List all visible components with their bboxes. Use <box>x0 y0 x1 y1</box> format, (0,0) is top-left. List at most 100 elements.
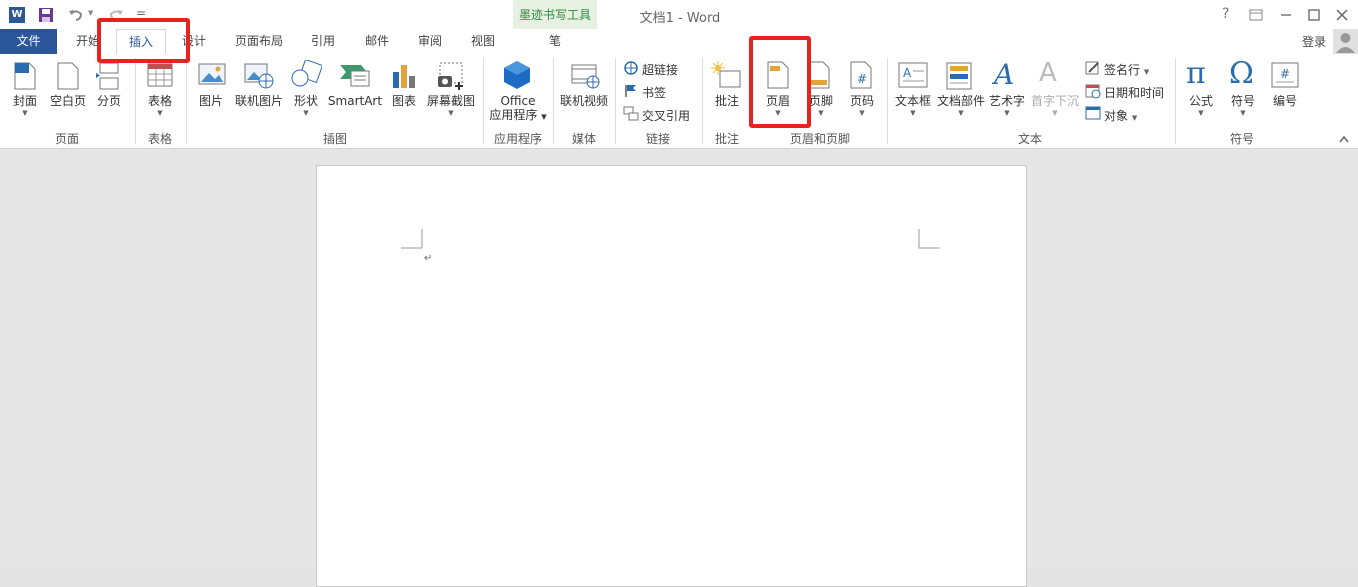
page-number-icon: # <box>850 61 872 89</box>
paragraph-mark-icon: ↵ <box>424 253 433 264</box>
window-title: 文档1 - Word <box>639 11 721 26</box>
cover-page-icon <box>14 62 36 90</box>
wordart-button[interactable]: 艺术字 ▼ <box>986 94 1028 118</box>
chart-button[interactable]: 图表 <box>384 94 424 108</box>
group-label-pages: 页面 <box>54 132 79 146</box>
smartart-icon <box>340 65 370 87</box>
ink-tools-context-label: 墨迹书写工具 <box>518 8 591 22</box>
maximize-icon[interactable] <box>1308 9 1320 21</box>
svg-text:#: # <box>1280 67 1290 81</box>
symbol-button[interactable]: 符号 ▼ <box>1222 94 1264 118</box>
comment-icon <box>711 61 741 88</box>
table-button[interactable]: 表格 ▼ <box>140 94 180 118</box>
group-separator <box>135 58 136 144</box>
group-label-tables: 表格 <box>147 132 172 146</box>
group-separator <box>1175 58 1176 144</box>
chart-icon <box>393 65 415 88</box>
office-apps-label: 应用程序 <box>489 108 538 122</box>
wordart-icon: A <box>994 58 1015 91</box>
group-label-text: 文本 <box>1017 132 1042 146</box>
page-break-icon <box>96 62 119 90</box>
object-label: 对象 <box>1104 109 1129 123</box>
blank-page-icon <box>57 62 79 90</box>
group-separator <box>615 58 616 144</box>
bookmark-icon <box>625 85 636 97</box>
tab-view[interactable]: 视图 <box>463 29 503 54</box>
margin-corner-top-left <box>401 229 423 249</box>
tab-references[interactable]: 引用 <box>303 29 343 54</box>
pictures-button[interactable]: 图片 <box>192 94 230 108</box>
page-number-button[interactable]: 页码 ▼ <box>841 94 883 118</box>
signature-line-label: 签名行 <box>1104 63 1141 77</box>
minimize-icon[interactable] <box>1280 9 1292 21</box>
tab-mailings[interactable]: 邮件 <box>357 29 397 54</box>
equation-button[interactable]: 公式 ▼ <box>1180 94 1222 118</box>
blank-page-button[interactable]: 空白页 <box>47 94 89 108</box>
equation-icon: π <box>1186 56 1206 91</box>
cover-page-button[interactable]: 封面 ▼ <box>4 94 46 118</box>
tab-page-layout[interactable]: 页面布局 <box>228 29 290 54</box>
group-label-media: 媒体 <box>571 132 596 146</box>
office-apps-icon <box>504 61 530 89</box>
group-separator <box>553 58 554 144</box>
margin-corner-top-right <box>918 229 940 249</box>
bookmark-button[interactable]: 书签 <box>642 84 666 101</box>
cross-reference-button[interactable]: 交叉引用 <box>642 107 690 124</box>
date-time-icon <box>1085 84 1101 99</box>
signature-line-icon <box>1085 61 1099 75</box>
ribbon-display-options-icon[interactable] <box>1249 9 1263 21</box>
comment-button[interactable]: 批注 <box>706 94 748 108</box>
page-break-button[interactable]: 分页 <box>88 94 130 108</box>
text-box-icon: A <box>898 62 928 88</box>
group-label-symbols: 符号 <box>1229 132 1254 146</box>
number-button[interactable]: 编号 <box>1264 94 1306 108</box>
online-pictures-button[interactable]: 联机图片 <box>232 94 286 108</box>
table-icon <box>147 63 173 87</box>
undo-dropdown-icon[interactable]: ▼ <box>88 9 93 17</box>
tab-file[interactable]: 文件 <box>0 29 57 54</box>
help-icon[interactable]: ? <box>1222 6 1229 22</box>
svg-text:#: # <box>857 72 867 86</box>
online-video-button[interactable]: 联机视频 <box>557 94 611 108</box>
hyperlink-icon <box>624 61 638 75</box>
office-apps-button[interactable]: Office 应用程序 ▼ <box>487 94 549 124</box>
number-icon: # <box>1271 62 1299 88</box>
online-video-icon <box>571 64 600 89</box>
online-pictures-icon <box>244 63 274 89</box>
group-separator <box>483 58 484 144</box>
date-time-button[interactable]: 日期和时间 <box>1104 84 1164 101</box>
hyperlink-button[interactable]: 超链接 <box>642 61 678 78</box>
signature-line-button[interactable]: 签名行 ▼ <box>1104 61 1149 78</box>
object-button[interactable]: 对象 ▼ <box>1104 107 1137 124</box>
drop-cap-icon: A <box>1039 58 1057 88</box>
close-icon[interactable] <box>1336 9 1348 21</box>
user-avatar-icon[interactable] <box>1333 29 1358 54</box>
screenshot-button[interactable]: 屏幕截图 ▼ <box>424 94 478 118</box>
quick-parts-button[interactable]: 文档部件 ▼ <box>934 94 988 118</box>
group-separator <box>186 58 187 144</box>
highlight-header-button <box>749 36 811 128</box>
shapes-icon <box>291 60 322 87</box>
save-icon[interactable] <box>38 7 54 23</box>
group-label-apps: 应用程序 <box>493 132 542 146</box>
group-label-comments: 批注 <box>714 132 739 146</box>
group-label-links: 链接 <box>645 132 670 146</box>
text-box-button[interactable]: 文本框 ▼ <box>890 94 936 118</box>
cross-reference-icon <box>623 106 639 121</box>
group-separator <box>702 58 703 144</box>
collapse-ribbon-icon[interactable] <box>1339 135 1349 143</box>
quick-parts-icon <box>946 62 972 90</box>
screenshot-icon <box>438 62 463 90</box>
tab-pen[interactable]: 笔 <box>533 29 577 54</box>
sign-in-link[interactable]: 登录 <box>1302 33 1326 50</box>
picture-icon <box>198 63 226 85</box>
word-app-icon[interactable]: W <box>9 7 25 23</box>
smartart-button[interactable]: SmartArt <box>326 94 384 108</box>
tab-review[interactable]: 审阅 <box>410 29 450 54</box>
undo-icon[interactable] <box>68 7 84 23</box>
group-separator <box>887 58 888 144</box>
symbol-icon: Ω <box>1229 56 1254 91</box>
svg-text:A: A <box>903 66 912 80</box>
shapes-button[interactable]: 形状 ▼ <box>286 94 326 118</box>
drop-cap-button[interactable]: 首字下沉 ▼ <box>1030 94 1080 118</box>
